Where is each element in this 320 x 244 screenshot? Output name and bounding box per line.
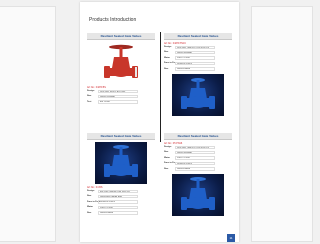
previous-page-thumbnail[interactable] [0, 6, 56, 242]
spec-row: Size DN50-DN600 [87, 211, 155, 216]
card-heading: Resilient Seated Gate Valves [164, 133, 232, 140]
product-card: Resilient Seated Gate Valves Art No.: F5… [164, 133, 232, 216]
gate-valve-image [181, 77, 215, 109]
column-divider [160, 32, 161, 142]
gate-valve-image [181, 176, 215, 210]
product-card: Resilient Seated Gate Valves Art No.: F4… [164, 33, 232, 116]
valve-photo [172, 173, 224, 216]
spec-row: Size DN50-DN600 [164, 167, 232, 172]
valve-photo [172, 73, 224, 116]
valve-photo [95, 142, 147, 184]
card-heading: Resilient Seated Gate Valves [164, 33, 232, 40]
next-page-thumbnail[interactable] [251, 6, 313, 242]
spec-row: Test EN 12266 [87, 100, 155, 105]
gate-valve-image [104, 145, 138, 177]
card-heading: Resilient Seated Gate Valves [87, 133, 155, 140]
page-number-badge: 11 [227, 234, 235, 242]
product-card: Resilient Seated Gate Valves Art No.: F4… [87, 33, 155, 105]
document-page: Products Introduction Resilient Seated G… [80, 2, 239, 242]
valve-photo [95, 42, 147, 84]
card-heading: Resilient Seated Gate Valves [87, 33, 155, 40]
gate-valve-image [104, 44, 138, 78]
product-card: Resilient Seated Gate Valves Art No.: F4… [87, 133, 155, 216]
spec-row: Size DN50-DN600 [164, 67, 232, 72]
page-title: Products Introduction [89, 17, 137, 23]
